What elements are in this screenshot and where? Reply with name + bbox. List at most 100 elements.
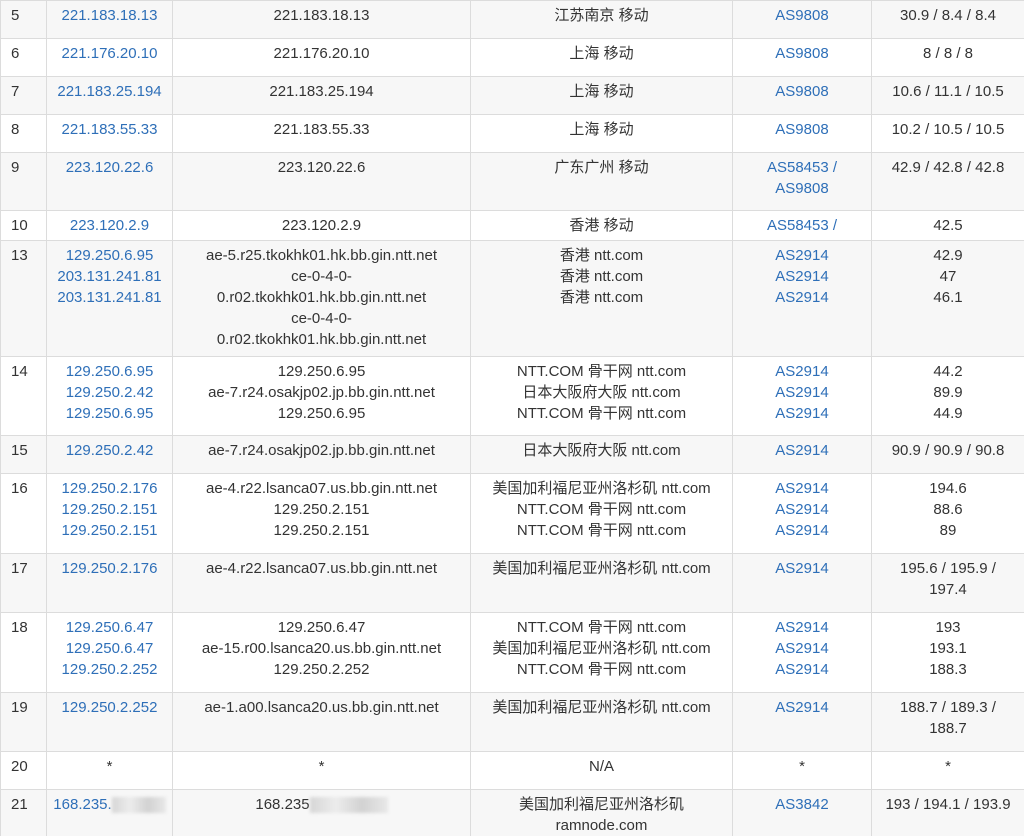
asn-cell-line[interactable]: AS9808 (735, 43, 869, 64)
ip-address-cell-line[interactable]: 221.183.18.13 (49, 5, 170, 26)
hostname-cell-text: ae-4.r22.lsanca07.us.bb.gin.ntt.net (206, 480, 437, 497)
hostname-cell-text: 129.250.2.151 (273, 522, 370, 539)
ip-address-cell-line[interactable]: 129.250.6.95 (49, 403, 170, 424)
ip-address-cell-line[interactable]: 129.250.2.42 (49, 382, 170, 403)
asn-cell[interactable]: AS3842 (732, 789, 872, 836)
asn-cell-line[interactable]: AS58453 / (735, 215, 869, 236)
hostname-cell: 129.250.6.47 ae-15.r00.lsanca20.us.bb.gin… (172, 612, 471, 693)
asn-cell[interactable]: AS2914 (732, 553, 872, 613)
asn-cell-line[interactable]: AS2914 (735, 440, 869, 461)
asn-cell[interactable]: AS2914 (732, 435, 872, 474)
ip-address-cell-line[interactable]: 223.120.2.9 (49, 215, 170, 236)
asn-cell-text: AS2914 (775, 384, 829, 401)
ip-address-cell-line[interactable]: 129.250.2.252 (49, 659, 170, 680)
latency-cell-text: 30.9 / 8.4 / 8.4 (900, 7, 996, 24)
hop-number-text: 19 (11, 699, 28, 716)
asn-cell[interactable]: * (732, 751, 872, 790)
ip-address-cell[interactable]: 223.120.2.9 (46, 210, 173, 241)
ip-address-cell-line[interactable]: 203.131.241.81 (49, 266, 170, 287)
ip-address-cell[interactable]: 221.183.18.13 (46, 0, 173, 39)
latency-cell: 42.5 (871, 210, 1024, 241)
ip-address-cell[interactable]: 129.250.6.95 129.250.2.42 129.250.6.95 (46, 356, 173, 436)
asn-cell[interactable]: AS9808 (732, 114, 872, 153)
hop-number-line: 16 (11, 478, 44, 499)
asn-cell-line[interactable]: AS2914 (735, 659, 869, 680)
ip-address-cell[interactable]: 129.250.2.42 (46, 435, 173, 474)
asn-cell-line[interactable]: AS2914 (735, 478, 869, 499)
asn-cell[interactable]: AS9808 (732, 38, 872, 77)
hostname-cell: 221.183.55.33 (172, 114, 471, 153)
asn-cell-line[interactable]: AS2914 (735, 245, 869, 266)
asn-cell-line[interactable]: AS2914 (735, 638, 869, 659)
asn-cell-line[interactable]: AS2914 (735, 499, 869, 520)
ip-address-cell[interactable]: 221.183.25.194 (46, 76, 173, 115)
ip-address-cell[interactable]: 129.250.2.176 (46, 553, 173, 613)
latency-cell-text: 8 / 8 / 8 (922, 45, 974, 62)
ip-address-cell-line[interactable]: 129.250.2.176 (49, 478, 170, 499)
ip-address-cell[interactable]: 223.120.22.6 (46, 152, 173, 211)
latency-cell-text: 10.2 / 10.5 / 10.5 (891, 121, 1005, 138)
ip-address-cell-line[interactable]: 129.250.2.176 (49, 558, 170, 579)
asn-cell-line[interactable]: AS2914 (735, 617, 869, 638)
ip-address-cell-line[interactable]: 221.183.55.33 (49, 119, 170, 140)
latency-cell-text: 42.5 (933, 217, 963, 234)
ip-address-cell[interactable]: 129.250.2.252 (46, 692, 173, 752)
ip-address-cell-line[interactable]: 223.120.22.6 (49, 157, 170, 178)
hostname-cell-line: 129.250.2.252 (175, 659, 468, 680)
asn-cell-line[interactable]: AS9808 (735, 5, 869, 26)
asn-cell-line[interactable]: AS58453 / (735, 157, 869, 178)
ip-address-cell-line[interactable]: 129.250.2.42 (49, 440, 170, 461)
location-cell-line: 日本大阪府大阪 ntt.com (473, 440, 730, 461)
asn-cell[interactable]: AS2914 AS2914 AS2914 (732, 612, 872, 693)
asn-cell-line[interactable]: AS3842 (735, 794, 869, 815)
asn-cell-text: AS2914 (775, 661, 829, 678)
latency-cell-line: 42.9 / 42.8 / 42.8 (874, 157, 1022, 178)
ip-address-cell-line[interactable]: 129.250.2.151 (49, 520, 170, 541)
asn-cell-line[interactable]: AS2914 (735, 361, 869, 382)
hop-number-line: 6 (11, 43, 44, 64)
asn-cell[interactable]: AS58453 / (732, 210, 872, 241)
asn-cell-line[interactable]: AS9808 (735, 81, 869, 102)
hop-number: 9 (0, 152, 47, 211)
location-cell-text: 日本大阪府大阪 ntt.com (522, 384, 681, 401)
ip-address-cell-line[interactable]: 129.250.6.95 (49, 245, 170, 266)
asn-cell[interactable]: AS9808 (732, 76, 872, 115)
ip-address-cell-line[interactable]: 129.250.2.151 (49, 499, 170, 520)
ip-address-cell-line[interactable]: 129.250.6.47 (49, 638, 170, 659)
ip-address-cell-line[interactable]: 168.235. (49, 794, 170, 815)
asn-cell-line[interactable]: AS2914 (735, 266, 869, 287)
asn-cell[interactable]: AS2914 AS2914 AS2914 (732, 240, 872, 357)
ip-address-cell[interactable]: 168.235. (46, 789, 173, 836)
ip-address-cell[interactable]: 129.250.6.47 129.250.6.47 129.250.2.252 (46, 612, 173, 693)
asn-cell[interactable]: AS2914 AS2914 AS2914 (732, 473, 872, 554)
location-cell: 香港 移动 (470, 210, 733, 241)
ip-address-cell-line[interactable]: 129.250.2.252 (49, 697, 170, 718)
asn-cell[interactable]: AS2914 (732, 692, 872, 752)
ip-address-cell-line[interactable]: 221.176.20.10 (49, 43, 170, 64)
latency-cell-text: 193 / 194.1 / 193.9 (885, 796, 1011, 813)
hostname-cell-line: 0.r02.tkokhk01.hk.bb.gin.ntt.net (175, 287, 468, 308)
hop-number: 19 (0, 692, 47, 752)
asn-cell[interactable]: AS9808 (732, 0, 872, 39)
asn-cell[interactable]: AS58453 / AS9808 (732, 152, 872, 211)
ip-address-cell-line[interactable]: 129.250.6.47 (49, 617, 170, 638)
ip-address-cell-line[interactable]: 129.250.6.95 (49, 361, 170, 382)
ip-address-cell[interactable]: * (46, 751, 173, 790)
asn-cell-line[interactable]: AS2914 (735, 382, 869, 403)
asn-cell-line[interactable]: AS9808 (735, 119, 869, 140)
ip-address-cell[interactable]: 129.250.6.95 203.131.241.81 203.131.241.81 (46, 240, 173, 357)
asn-cell-line[interactable]: AS2914 (735, 558, 869, 579)
asn-cell-line[interactable]: AS2914 (735, 403, 869, 424)
ip-address-cell[interactable]: 129.250.2.176 129.250.2.151 129.250.2.151 (46, 473, 173, 554)
asn-cell-line[interactable]: AS2914 (735, 697, 869, 718)
asn-cell-line[interactable]: AS2914 (735, 520, 869, 541)
ip-address-cell-line[interactable]: 221.183.25.194 (49, 81, 170, 102)
ip-address-cell[interactable]: 221.176.20.10 (46, 38, 173, 77)
asn-cell-text: AS2914 (775, 699, 829, 716)
ip-address-cell-line[interactable]: 203.131.241.81 (49, 287, 170, 308)
asn-cell-line[interactable]: AS9808 (735, 178, 869, 199)
asn-cell[interactable]: AS2914 AS2914 AS2914 (732, 356, 872, 436)
ip-address-cell[interactable]: 221.183.55.33 (46, 114, 173, 153)
asn-cell-line[interactable]: AS2914 (735, 287, 869, 308)
location-cell-text: 日本大阪府大阪 ntt.com (522, 442, 681, 459)
